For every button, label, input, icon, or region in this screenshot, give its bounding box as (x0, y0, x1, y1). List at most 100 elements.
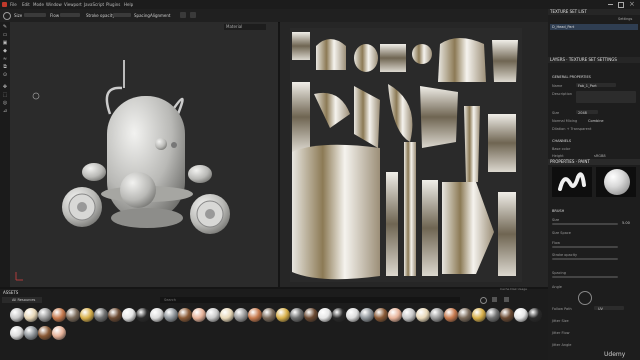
material-thumb-gum[interactable] (346, 308, 360, 322)
material-thumb-latex[interactable] (360, 308, 374, 322)
material-thumb-porcelain[interactable] (206, 308, 220, 322)
menu-plugins[interactable]: Plugins (106, 2, 120, 7)
material-thumb-concrete[interactable] (38, 308, 52, 322)
viewport-3d[interactable]: Material (10, 22, 278, 287)
stroke-opacity-slider-track[interactable] (552, 258, 618, 260)
shelf-grid-icon[interactable] (492, 297, 497, 302)
material-thumb-marble[interactable] (220, 308, 234, 322)
eraser-icon[interactable]: ▭ (2, 33, 8, 38)
normal-mixing-value[interactable]: Combine (588, 119, 604, 123)
material-thumb-carbon[interactable] (262, 308, 276, 322)
transform-icon[interactable]: ✥ (2, 85, 8, 90)
size-value[interactable]: 5.00 (622, 221, 630, 225)
menu-edit[interactable]: Edit (22, 2, 30, 7)
material-thumb-velvet[interactable] (458, 308, 472, 322)
bake-icon[interactable]: ◎ (2, 101, 8, 106)
smudge-icon[interactable]: ≈ (2, 57, 8, 62)
material-thumb-skin[interactable] (192, 308, 206, 322)
shelf-view-icon[interactable] (480, 297, 487, 304)
asset-shelf: ASSETS All Resources Search Cache Disk U… (0, 287, 548, 360)
material-thumb-brass[interactable] (290, 308, 304, 322)
paint-brush-icon[interactable]: ✎ (2, 25, 8, 30)
menu-file[interactable]: File (10, 2, 17, 7)
channel-format[interactable]: sRGB8 (594, 154, 606, 158)
channel-base-color[interactable]: Base color (552, 147, 570, 151)
material-thumb-bronze[interactable] (304, 308, 318, 322)
material-thumb-iron[interactable] (94, 308, 108, 322)
symmetry-button[interactable] (180, 12, 186, 18)
polygon-fill-icon[interactable]: ◆ (2, 49, 8, 54)
material-thumb-stone[interactable] (416, 308, 430, 322)
shelf-search-field[interactable]: Search (160, 297, 460, 303)
left-toolbar: ✎ ▭ ▣ ◆ ≈ ⧉ ⊙ ✥ ⬚ ◎ ⊿ (0, 22, 10, 287)
brush-alpha-preview[interactable] (552, 167, 592, 197)
uv-layout (290, 28, 522, 282)
lazy-mouse-button[interactable] (190, 12, 196, 18)
angle-dial[interactable] (578, 291, 592, 305)
clone-icon[interactable]: ⧉ (2, 65, 8, 70)
selection-icon[interactable]: ⬚ (2, 93, 8, 98)
app-logo-icon (2, 2, 7, 7)
material-thumb-cork[interactable] (52, 326, 66, 340)
material-preview-sphere[interactable] (596, 167, 636, 197)
material-thumb-rust[interactable] (24, 326, 38, 340)
material-thumb-wax[interactable] (472, 308, 486, 322)
texture-set-row[interactable]: D_Head_Part (550, 24, 638, 30)
material-thumb-copper[interactable] (52, 308, 66, 322)
material-thumb-clay[interactable] (332, 308, 346, 322)
material-thumb-gold[interactable] (80, 308, 94, 322)
measure-icon[interactable]: ⊿ (2, 109, 8, 114)
description-field[interactable] (576, 91, 636, 103)
material-thumb-plastic[interactable] (122, 308, 136, 322)
channel-height[interactable]: Height (552, 154, 564, 158)
menu-window[interactable]: Window (46, 2, 62, 7)
menu-javascript[interactable]: JavaScript (84, 2, 104, 7)
material-thumb-jade[interactable] (514, 308, 528, 322)
material-thumb-fabric[interactable] (66, 308, 80, 322)
material-thumb-paint[interactable] (234, 308, 248, 322)
material-thumb-sand[interactable] (10, 326, 24, 340)
stroke-opacity-slider[interactable] (113, 13, 131, 17)
material-grid (10, 308, 542, 356)
material-thumb-glass[interactable] (276, 308, 290, 322)
size-slider-track[interactable] (552, 223, 618, 225)
material-thumb-wood[interactable] (178, 308, 192, 322)
close-icon[interactable]: × (629, 0, 635, 8)
menu-help[interactable]: Help (124, 2, 133, 7)
material-thumb-bone[interactable] (24, 308, 38, 322)
spacing-slider-track[interactable] (552, 276, 618, 278)
material-thumb-foam[interactable] (500, 308, 514, 322)
flow-slider-track[interactable] (552, 246, 618, 248)
texture-set-name: D_Head_Part (552, 25, 575, 29)
alignment-value: UV (598, 307, 603, 311)
shelf-list-icon[interactable] (504, 297, 509, 302)
menu-viewport[interactable]: Viewport (64, 2, 82, 7)
brush-icon[interactable] (3, 12, 11, 20)
material-thumb-ceramic[interactable] (318, 308, 332, 322)
flow-slider[interactable] (60, 13, 80, 17)
settings-button[interactable]: Settings (618, 17, 632, 21)
material-thumb-chrome[interactable] (248, 308, 262, 322)
material-thumb-bark[interactable] (38, 326, 52, 340)
color-picker-icon[interactable]: ⊙ (2, 73, 8, 78)
size-value: 2048 (578, 111, 587, 115)
material-thumb-rubber[interactable] (136, 308, 150, 322)
material-thumb-lead[interactable] (374, 308, 388, 322)
shelf-filter-tab[interactable]: All Resources (2, 297, 42, 303)
material-thumb-titanium[interactable] (430, 308, 444, 322)
minimize-icon[interactable] (608, 4, 613, 5)
size-slider[interactable] (24, 13, 46, 17)
material-thumb-leather[interactable] (108, 308, 122, 322)
material-thumb-silver[interactable] (150, 308, 164, 322)
maximize-icon[interactable] (618, 2, 624, 8)
viewport-2d-uv[interactable] (280, 22, 548, 287)
material-thumb-slate[interactable] (528, 308, 542, 322)
material-thumb-steel[interactable] (164, 308, 178, 322)
material-thumb-zinc[interactable] (486, 308, 500, 322)
material-thumb-tin[interactable] (444, 308, 458, 322)
material-thumb-resin[interactable] (402, 308, 416, 322)
menu-mode[interactable]: Mode (33, 2, 44, 7)
projection-icon[interactable]: ▣ (2, 41, 8, 46)
material-thumb-nickel[interactable] (388, 308, 402, 322)
material-thumb-aluminium[interactable] (10, 308, 24, 322)
